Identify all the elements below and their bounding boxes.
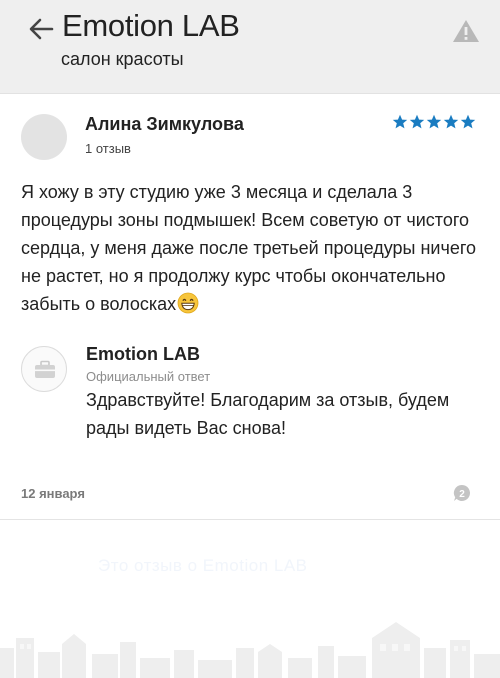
review-text-body: Я хожу в эту студию уже 3 месяца и сдела… <box>21 182 477 314</box>
star-icon <box>409 114 425 129</box>
review-card: Алина Зимкулова 1 отзыв Я хожу в эту сту… <box>0 94 500 520</box>
grinning-face-emoji <box>177 292 199 314</box>
faded-footer-text: Это отзыв о Emotion LAB <box>98 556 308 575</box>
arrow-left-icon <box>29 18 54 40</box>
star-icon <box>460 114 476 129</box>
reply-author-name: Emotion LAB <box>86 344 200 364</box>
city-skyline-illustration <box>0 622 500 678</box>
reply-avatar <box>21 346 67 392</box>
review-author-name[interactable]: Алина Зимкулова <box>85 114 244 135</box>
avatar[interactable] <box>21 114 67 160</box>
rating-stars <box>392 114 478 134</box>
comments-count-button[interactable]: 2 <box>453 484 471 502</box>
header-bar: Emotion LAB салон красоты <box>0 0 500 94</box>
briefcase-icon <box>35 360 55 378</box>
star-icon <box>392 114 408 129</box>
star-icon <box>426 114 442 129</box>
star-icon <box>443 114 459 129</box>
review-text: Я хожу в эту студию уже 3 месяца и сдела… <box>21 178 483 318</box>
review-date: 12 января <box>21 486 85 501</box>
comment-bubble-icon: 2 <box>453 484 471 501</box>
official-reply-label: Официальный ответ <box>86 369 211 384</box>
warning-icon <box>453 20 479 42</box>
bottom-background: Это отзыв о Emotion LAB <box>0 520 500 678</box>
comments-count-value: 2 <box>459 489 465 500</box>
report-button[interactable] <box>452 18 480 44</box>
page-subtitle: салон красоты <box>61 49 184 69</box>
review-author-count: 1 отзыв <box>85 141 131 156</box>
back-button[interactable] <box>26 14 56 44</box>
reply-text: Здравствуйте! Благодарим за отзыв, будем… <box>86 390 450 438</box>
page-title: Emotion LAB <box>62 8 240 43</box>
